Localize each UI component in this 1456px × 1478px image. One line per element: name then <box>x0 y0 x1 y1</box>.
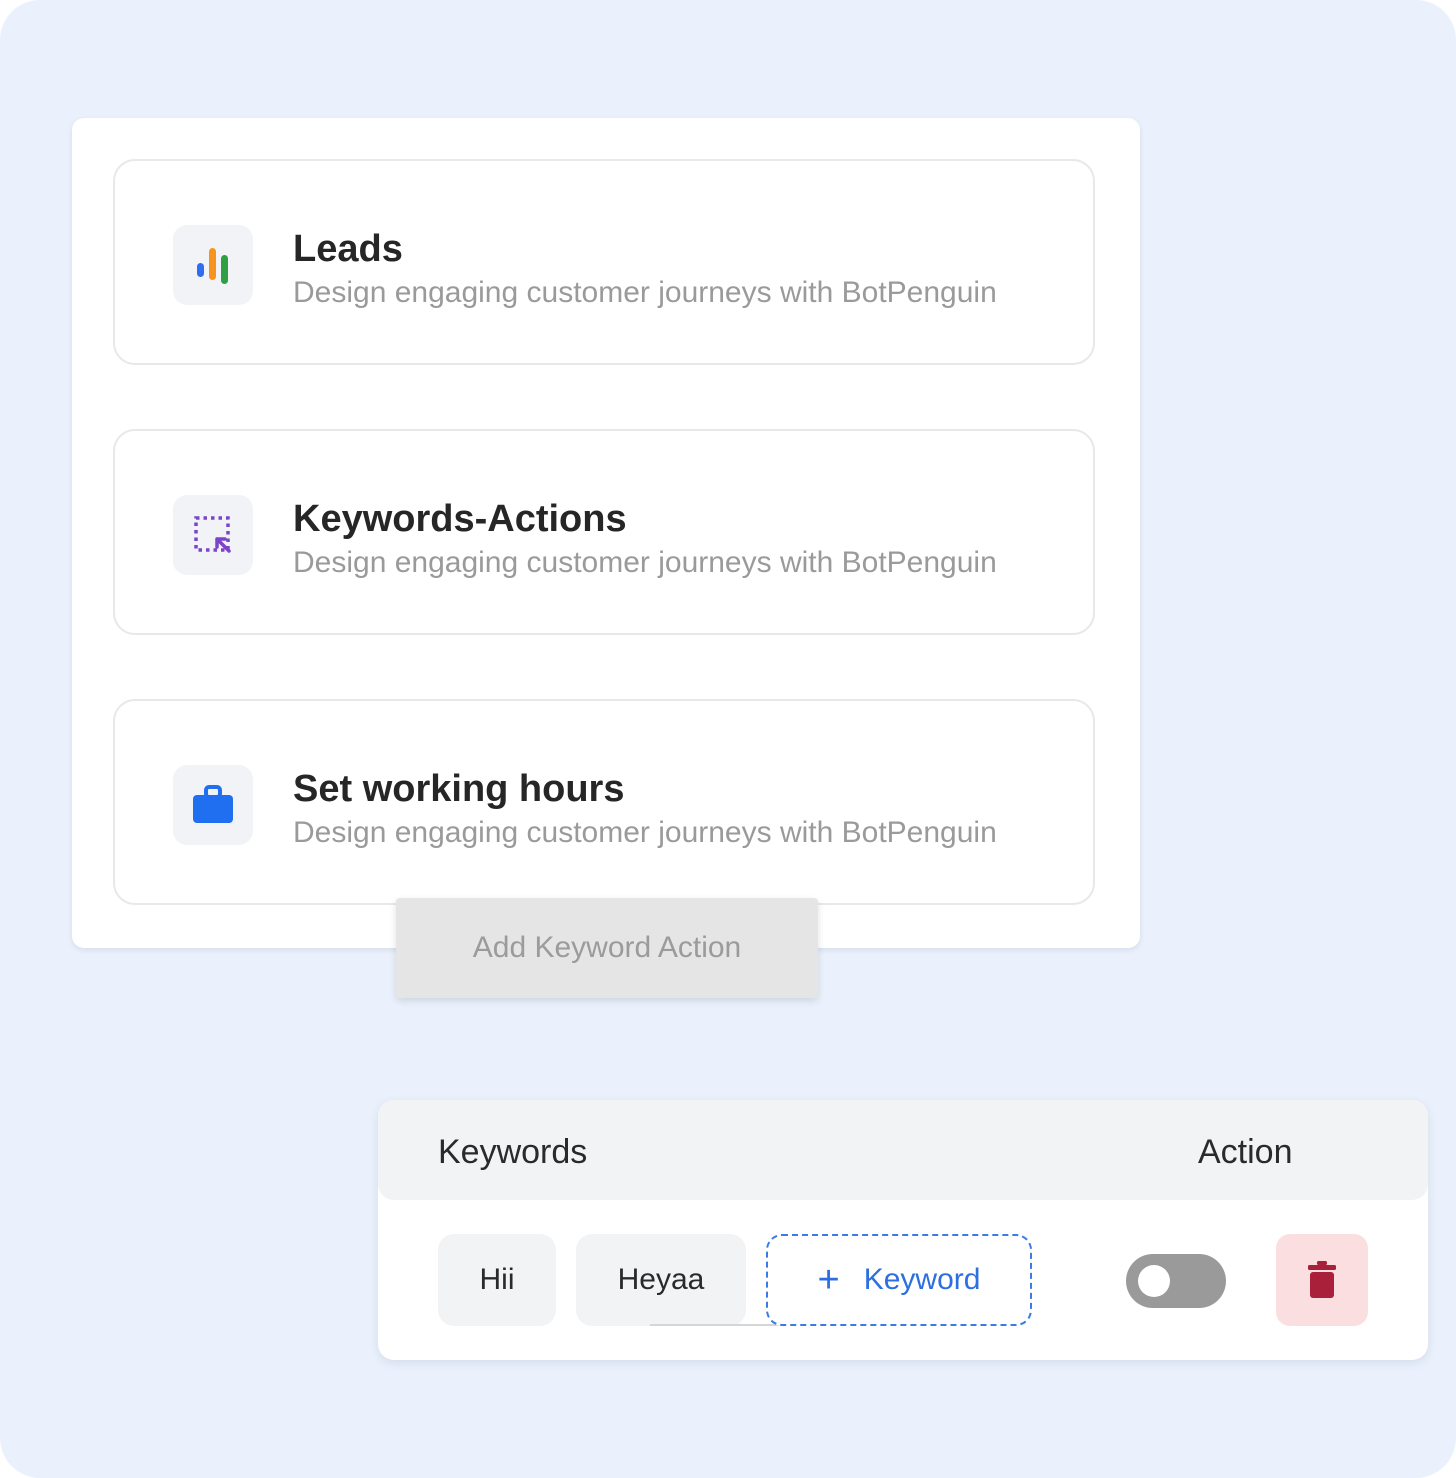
feature-list-panel: Leads Design engaging customer journeys … <box>72 118 1140 948</box>
keywords-column-header: Keywords <box>438 1133 588 1171</box>
add-keyword-button[interactable]: + Keyword <box>766 1234 1032 1326</box>
add-keyword-action-button[interactable]: Add Keyword Action <box>396 898 818 998</box>
action-column-header: Action <box>1198 1133 1293 1171</box>
keyword-chip[interactable]: Heyaa <box>576 1234 746 1326</box>
keywords-table-panel: Keywords Action Hii Heyaa + Keyword <box>378 1100 1428 1360</box>
feature-description: Design engaging customer journeys with B… <box>293 276 997 309</box>
feature-title: Set working hours <box>293 768 625 810</box>
feature-icon-container <box>173 495 253 575</box>
briefcase-icon <box>193 785 233 823</box>
plus-icon: + <box>817 1259 840 1301</box>
feature-title: Keywords-Actions <box>293 498 627 540</box>
feature-icon-container <box>173 225 253 305</box>
add-keyword-label: Keyword <box>863 1263 981 1296</box>
feature-icon-container <box>173 765 253 845</box>
table-header: Keywords Action <box>378 1100 1428 1200</box>
bar-chart-icon <box>197 248 228 284</box>
feature-card-leads[interactable]: Leads Design engaging customer journeys … <box>113 159 1095 365</box>
feature-description: Design engaging customer journeys with B… <box>293 546 997 579</box>
feature-card-working-hours[interactable]: Set working hours Design engaging custom… <box>113 699 1095 905</box>
page-background: Leads Design engaging customer journeys … <box>0 0 1456 1478</box>
feature-card-keywords-actions[interactable]: Keywords-Actions Design engaging custome… <box>113 429 1095 635</box>
feature-title: Leads <box>293 228 403 270</box>
feature-description: Design engaging customer journeys with B… <box>293 816 997 849</box>
toggle-knob <box>1138 1265 1170 1297</box>
delete-button[interactable] <box>1276 1234 1368 1326</box>
select-cursor-icon <box>194 516 231 553</box>
keyword-chip[interactable]: Hii <box>438 1234 556 1326</box>
action-toggle[interactable] <box>1126 1254 1226 1308</box>
trash-icon <box>1308 1261 1336 1298</box>
